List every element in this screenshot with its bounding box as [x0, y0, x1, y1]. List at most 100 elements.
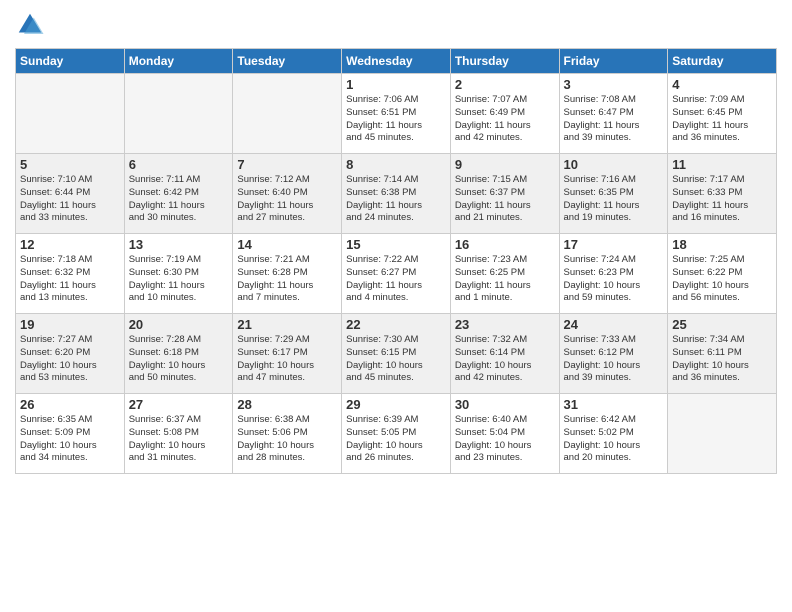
day-number: 1 [346, 77, 446, 92]
cell-info: Sunrise: 6:39 AM Sunset: 5:05 PM Dayligh… [346, 414, 446, 465]
cell-info: Sunrise: 7:32 AM Sunset: 6:14 PM Dayligh… [455, 334, 555, 385]
calendar-cell: 23 Sunrise: 7:32 AM Sunset: 6:14 PM Dayli… [450, 314, 559, 394]
day-number: 23 [455, 317, 555, 332]
day-number: 20 [129, 317, 229, 332]
cell-info: Sunrise: 7:27 AM Sunset: 6:20 PM Dayligh… [20, 334, 120, 385]
weekday-header-sunday: Sunday [16, 49, 125, 74]
cell-info: Sunrise: 7:08 AM Sunset: 6:47 PM Dayligh… [564, 94, 664, 145]
cell-info: Sunrise: 6:42 AM Sunset: 5:02 PM Dayligh… [564, 414, 664, 465]
calendar-cell: 29 Sunrise: 6:39 AM Sunset: 5:05 PM Dayli… [342, 394, 451, 474]
calendar-cell: 8Sunrise: 7:14 AM Sunset: 6:38 PM Daylig… [342, 154, 451, 234]
calendar-header-row: SundayMondayTuesdayWednesdayThursdayFrid… [16, 49, 777, 74]
calendar-cell: 2 Sunrise: 7:07 AM Sunset: 6:49 PM Daylig… [450, 74, 559, 154]
cell-info: Sunrise: 7:33 AM Sunset: 6:12 PM Dayligh… [564, 334, 664, 385]
day-number: 26 [20, 397, 120, 412]
cell-info: Sunrise: 7:11 AM Sunset: 6:42 PM Dayligh… [129, 174, 229, 225]
day-number: 27 [129, 397, 229, 412]
cell-info: Sunrise: 7:12 AM Sunset: 6:40 PM Dayligh… [237, 174, 337, 225]
calendar-cell: 15 Sunrise: 7:22 AM Sunset: 6:27 PM Dayli… [342, 234, 451, 314]
calendar-cell: 28 Sunrise: 6:38 AM Sunset: 5:06 PM Dayli… [233, 394, 342, 474]
weekday-header-friday: Friday [559, 49, 668, 74]
day-number: 21 [237, 317, 337, 332]
cell-info: Sunrise: 7:06 AM Sunset: 6:51 PM Dayligh… [346, 94, 446, 145]
calendar-cell [668, 394, 777, 474]
page-header [15, 10, 777, 40]
calendar-cell: 16 Sunrise: 7:23 AM Sunset: 6:25 PM Dayli… [450, 234, 559, 314]
calendar-week-row: 26 Sunrise: 6:35 AM Sunset: 5:09 PM Dayli… [16, 394, 777, 474]
cell-info: Sunrise: 7:09 AM Sunset: 6:45 PM Dayligh… [672, 94, 772, 145]
calendar-cell: 17 Sunrise: 7:24 AM Sunset: 6:23 PM Dayli… [559, 234, 668, 314]
calendar-cell: 18Sunrise: 7:25 AM Sunset: 6:22 PM Dayli… [668, 234, 777, 314]
cell-info: Sunrise: 6:37 AM Sunset: 5:08 PM Dayligh… [129, 414, 229, 465]
day-number: 30 [455, 397, 555, 412]
weekday-header-wednesday: Wednesday [342, 49, 451, 74]
cell-info: Sunrise: 6:35 AM Sunset: 5:09 PM Dayligh… [20, 414, 120, 465]
day-number: 22 [346, 317, 446, 332]
calendar-cell: 9Sunrise: 7:15 AM Sunset: 6:37 PM Daylig… [450, 154, 559, 234]
cell-info: Sunrise: 7:14 AM Sunset: 6:38 PM Dayligh… [346, 174, 446, 225]
cell-info: Sunrise: 7:21 AM Sunset: 6:28 PM Dayligh… [237, 254, 337, 305]
weekday-header-saturday: Saturday [668, 49, 777, 74]
day-number: 16 [455, 237, 555, 252]
day-number: 12 [20, 237, 120, 252]
day-number: 25 [672, 317, 772, 332]
cell-info: Sunrise: 6:40 AM Sunset: 5:04 PM Dayligh… [455, 414, 555, 465]
logo-icon [15, 10, 45, 40]
day-number: 4 [672, 77, 772, 92]
day-number: 14 [237, 237, 337, 252]
cell-info: Sunrise: 7:30 AM Sunset: 6:15 PM Dayligh… [346, 334, 446, 385]
calendar-cell: 5 Sunrise: 7:10 AM Sunset: 6:44 PM Daylig… [16, 154, 125, 234]
cell-info: Sunrise: 7:18 AM Sunset: 6:32 PM Dayligh… [20, 254, 120, 305]
weekday-header-tuesday: Tuesday [233, 49, 342, 74]
calendar-cell: 1 Sunrise: 7:06 AM Sunset: 6:51 PM Daylig… [342, 74, 451, 154]
cell-info: Sunrise: 7:34 AM Sunset: 6:11 PM Dayligh… [672, 334, 772, 385]
calendar-cell: 6 Sunrise: 7:11 AM Sunset: 6:42 PM Daylig… [124, 154, 233, 234]
calendar-week-row: 1 Sunrise: 7:06 AM Sunset: 6:51 PM Daylig… [16, 74, 777, 154]
calendar-cell: 27 Sunrise: 6:37 AM Sunset: 5:08 PM Dayli… [124, 394, 233, 474]
day-number: 19 [20, 317, 120, 332]
calendar-cell: 19 Sunrise: 7:27 AM Sunset: 6:20 PM Dayli… [16, 314, 125, 394]
calendar-cell: 4 Sunrise: 7:09 AM Sunset: 6:45 PM Daylig… [668, 74, 777, 154]
calendar-cell [124, 74, 233, 154]
cell-info: Sunrise: 7:19 AM Sunset: 6:30 PM Dayligh… [129, 254, 229, 305]
day-number: 28 [237, 397, 337, 412]
cell-info: Sunrise: 7:22 AM Sunset: 6:27 PM Dayligh… [346, 254, 446, 305]
calendar-cell: 25 Sunrise: 7:34 AM Sunset: 6:11 PM Dayli… [668, 314, 777, 394]
cell-info: Sunrise: 7:29 AM Sunset: 6:17 PM Dayligh… [237, 334, 337, 385]
day-number: 3 [564, 77, 664, 92]
day-number: 24 [564, 317, 664, 332]
day-number: 29 [346, 397, 446, 412]
cell-info: Sunrise: 7:23 AM Sunset: 6:25 PM Dayligh… [455, 254, 555, 305]
calendar-cell: 30 Sunrise: 6:40 AM Sunset: 5:04 PM Dayli… [450, 394, 559, 474]
cell-info: Sunrise: 7:07 AM Sunset: 6:49 PM Dayligh… [455, 94, 555, 145]
calendar-cell: 11Sunrise: 7:17 AM Sunset: 6:33 PM Dayli… [668, 154, 777, 234]
cell-info: Sunrise: 6:38 AM Sunset: 5:06 PM Dayligh… [237, 414, 337, 465]
day-number: 13 [129, 237, 229, 252]
calendar-cell: 7 Sunrise: 7:12 AM Sunset: 6:40 PM Daylig… [233, 154, 342, 234]
day-number: 11 [672, 157, 772, 172]
cell-info: Sunrise: 7:24 AM Sunset: 6:23 PM Dayligh… [564, 254, 664, 305]
calendar-table: SundayMondayTuesdayWednesdayThursdayFrid… [15, 48, 777, 474]
cell-info: Sunrise: 7:10 AM Sunset: 6:44 PM Dayligh… [20, 174, 120, 225]
calendar-cell: 12 Sunrise: 7:18 AM Sunset: 6:32 PM Dayli… [16, 234, 125, 314]
calendar-cell: 22 Sunrise: 7:30 AM Sunset: 6:15 PM Dayli… [342, 314, 451, 394]
calendar-cell: 13 Sunrise: 7:19 AM Sunset: 6:30 PM Dayli… [124, 234, 233, 314]
day-number: 7 [237, 157, 337, 172]
calendar-cell [233, 74, 342, 154]
day-number: 9 [455, 157, 555, 172]
cell-info: Sunrise: 7:16 AM Sunset: 6:35 PM Dayligh… [564, 174, 664, 225]
day-number: 5 [20, 157, 120, 172]
day-number: 2 [455, 77, 555, 92]
calendar-cell: 20 Sunrise: 7:28 AM Sunset: 6:18 PM Dayli… [124, 314, 233, 394]
calendar-week-row: 12 Sunrise: 7:18 AM Sunset: 6:32 PM Dayli… [16, 234, 777, 314]
weekday-header-thursday: Thursday [450, 49, 559, 74]
day-number: 15 [346, 237, 446, 252]
cell-info: Sunrise: 7:28 AM Sunset: 6:18 PM Dayligh… [129, 334, 229, 385]
calendar-week-row: 19 Sunrise: 7:27 AM Sunset: 6:20 PM Dayli… [16, 314, 777, 394]
day-number: 17 [564, 237, 664, 252]
calendar-cell [16, 74, 125, 154]
calendar-cell: 31Sunrise: 6:42 AM Sunset: 5:02 PM Dayli… [559, 394, 668, 474]
calendar-cell: 26 Sunrise: 6:35 AM Sunset: 5:09 PM Dayli… [16, 394, 125, 474]
day-number: 6 [129, 157, 229, 172]
calendar-week-row: 5 Sunrise: 7:10 AM Sunset: 6:44 PM Daylig… [16, 154, 777, 234]
